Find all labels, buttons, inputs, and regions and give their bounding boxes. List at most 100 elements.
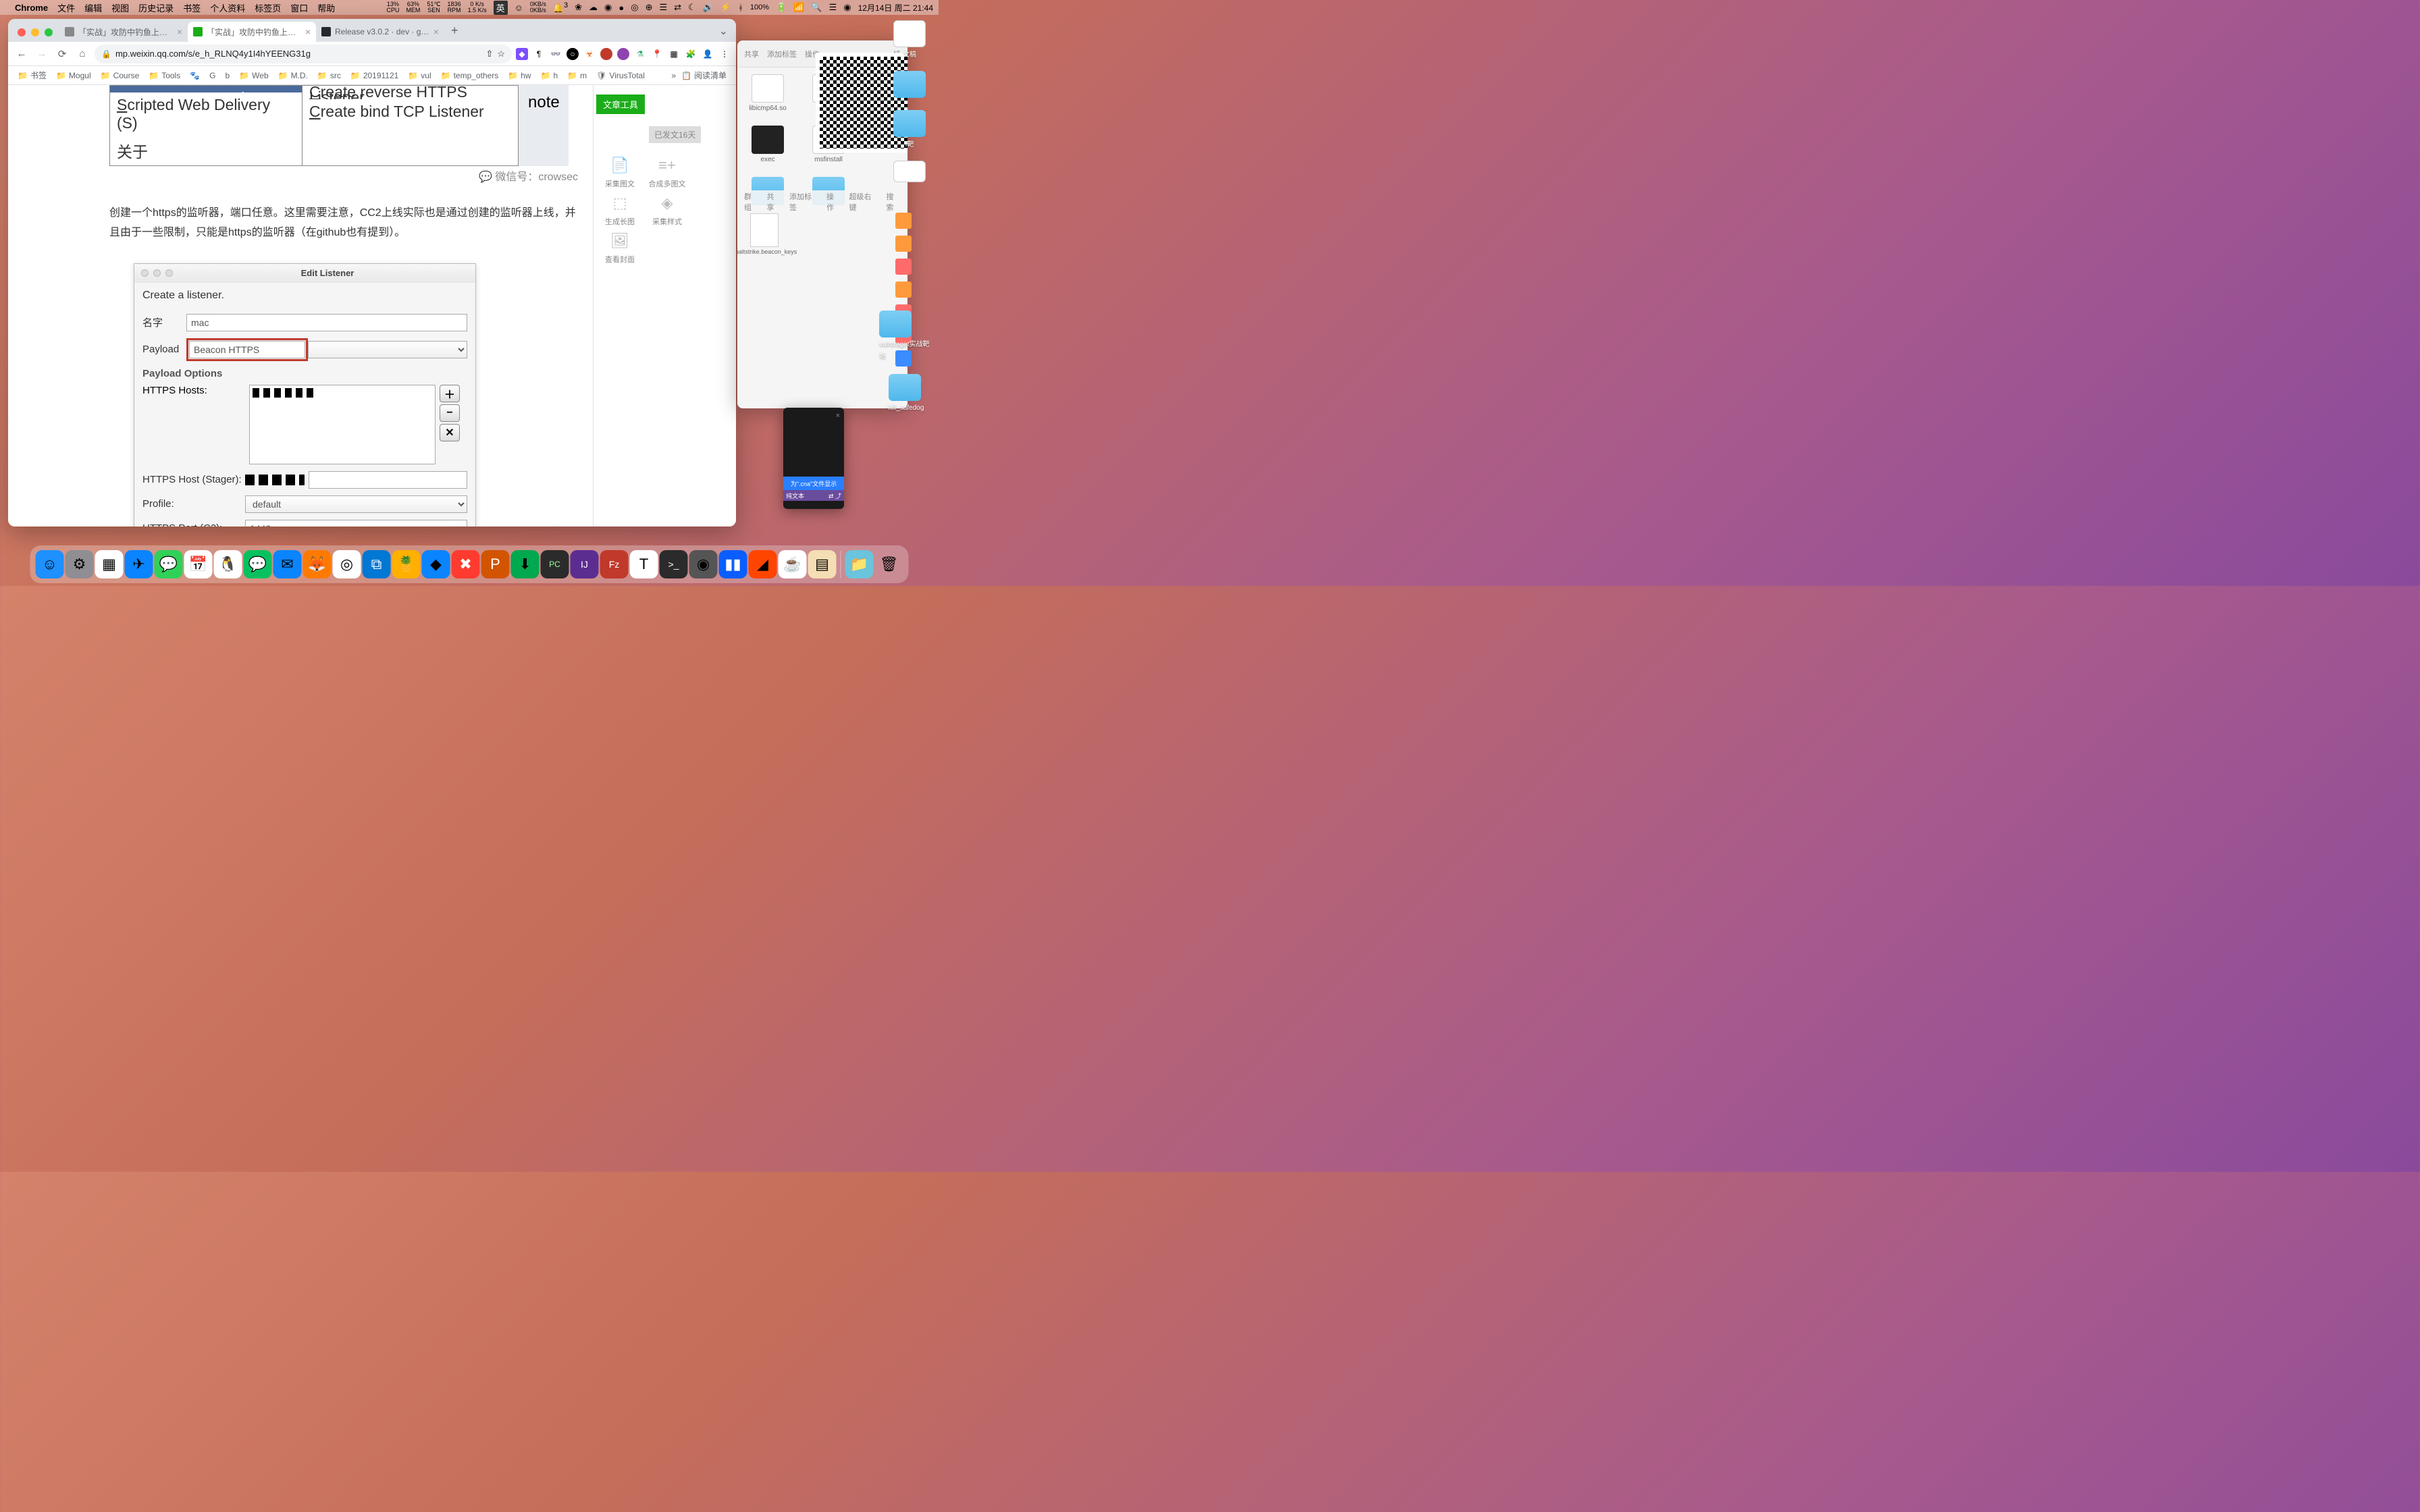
- ext-icon[interactable]: ▦: [668, 48, 680, 60]
- status-icon-10[interactable]: ⚡: [720, 2, 731, 13]
- desktop-item[interactable]: vuIntraget实战靶场: [879, 310, 933, 362]
- dock-app[interactable]: ▮▮: [719, 550, 747, 578]
- tab-2[interactable]: 「实战」攻防中钓鱼上线MAC终×: [188, 22, 316, 42]
- menu-edit[interactable]: 编辑: [84, 1, 102, 14]
- bookmark-item[interactable]: b: [221, 70, 234, 82]
- desktop-item[interactable]: [895, 259, 912, 275]
- status-icon-5[interactable]: ◎: [631, 2, 638, 13]
- tool-collect-style[interactable]: ◈采集样式: [646, 194, 688, 227]
- dock-app[interactable]: PC: [541, 550, 569, 578]
- desktop-item[interactable]: kill_safedog: [889, 374, 924, 413]
- desktop-item[interactable]: [895, 281, 912, 298]
- tb-tag[interactable]: 添加标签: [789, 191, 818, 213]
- volume-icon[interactable]: 🔊: [703, 2, 714, 13]
- ext-icon[interactable]: [600, 48, 612, 60]
- file-item[interactable]: obaltstrike.beacon_keys: [743, 213, 786, 255]
- file-item[interactable]: libicmp64.so: [744, 74, 791, 112]
- menu-tabs[interactable]: 标签页: [255, 1, 281, 14]
- tb-group[interactable]: 群组: [744, 191, 759, 213]
- status-icon-3[interactable]: ◉: [604, 2, 612, 13]
- menu-item[interactable]: 关于: [110, 136, 302, 165]
- terminal-window[interactable]: × 为".cna"文件显示 纯文本⇄ ⤴: [783, 408, 844, 509]
- dock-app[interactable]: 💬: [155, 550, 183, 578]
- dock-app[interactable]: ◉: [689, 550, 718, 578]
- dock-app[interactable]: P: [481, 550, 510, 578]
- maximize-icon[interactable]: [165, 269, 173, 277]
- tb-share[interactable]: 共享: [744, 49, 759, 59]
- minimize-icon[interactable]: [31, 28, 39, 36]
- bookmark-item[interactable]: 📁Course: [97, 70, 144, 82]
- ext-icon[interactable]: ○: [567, 48, 579, 60]
- payload-select[interactable]: [189, 341, 305, 358]
- tab-close-icon[interactable]: ×: [433, 26, 439, 37]
- hosts-list[interactable]: [249, 385, 436, 464]
- menu-file[interactable]: 文件: [57, 1, 75, 14]
- profile-select[interactable]: default: [245, 495, 467, 513]
- star-icon[interactable]: ☆: [497, 49, 505, 59]
- finder-icon[interactable]: ☺: [515, 3, 523, 13]
- menu-profiles[interactable]: 个人资料: [210, 1, 245, 14]
- close-icon[interactable]: ×: [836, 412, 840, 420]
- tb-tag[interactable]: 添加标签: [767, 49, 797, 59]
- bookmark-item[interactable]: 📁Mogul: [52, 70, 95, 82]
- dock-app[interactable]: 💬: [244, 550, 272, 578]
- status-icon-9[interactable]: ☾: [688, 2, 696, 13]
- clock[interactable]: 12月14日 周二 21:44: [858, 2, 933, 14]
- ext-icon[interactable]: ◆: [516, 48, 528, 60]
- desktop-item[interactable]: 文稿: [893, 20, 926, 59]
- tabs-dropdown-icon[interactable]: ⌄: [711, 24, 736, 42]
- dock-app[interactable]: ▤: [808, 550, 837, 578]
- bookmark-item[interactable]: 📁M.D.: [274, 70, 312, 82]
- remove-host-button[interactable]: −: [440, 404, 460, 422]
- dock-app[interactable]: Fz: [600, 550, 629, 578]
- bookmark-item[interactable]: 🐾: [186, 70, 204, 82]
- stager-input[interactable]: [309, 471, 467, 489]
- tool-collect-article[interactable]: 📄采集图文: [599, 157, 641, 189]
- new-tab-button[interactable]: +: [444, 24, 465, 42]
- window-controls[interactable]: [14, 28, 59, 42]
- dock-app[interactable]: >_: [660, 550, 688, 578]
- dock-app[interactable]: 🐧: [214, 550, 242, 578]
- dock-app[interactable]: ☺: [36, 550, 64, 578]
- menu-item[interactable]: Scripted Web Delivery (S): [110, 92, 302, 136]
- desktop-item[interactable]: [895, 213, 912, 229]
- lock-icon[interactable]: 🔒: [101, 49, 111, 59]
- dock-app[interactable]: 🦊: [303, 550, 332, 578]
- clear-hosts-button[interactable]: ✕: [440, 424, 460, 441]
- status-icon-7[interactable]: ☰: [659, 2, 667, 13]
- bookmark-item[interactable]: 📁temp_others: [437, 70, 503, 82]
- chrome-menu-icon[interactable]: ⋮: [718, 48, 731, 60]
- ext-icon[interactable]: ¶: [533, 48, 545, 60]
- tool-longimg[interactable]: ⬚生成长图: [599, 194, 641, 227]
- ext-icon[interactable]: 👤: [702, 48, 714, 60]
- file-item[interactable]: exec: [744, 126, 791, 163]
- search-icon[interactable]: 🔍: [811, 2, 822, 13]
- bookmark-item[interactable]: 📁m: [563, 70, 591, 82]
- dock-app[interactable]: ☕: [779, 550, 807, 578]
- minimize-icon[interactable]: [153, 269, 161, 277]
- siri-icon[interactable]: ◉: [843, 2, 851, 13]
- ext-icon[interactable]: [617, 48, 629, 60]
- tb-share[interactable]: 共享: [767, 191, 782, 213]
- ext-icon[interactable]: 👓: [550, 48, 562, 60]
- desktop-item[interactable]: I靶: [893, 110, 926, 148]
- close-icon[interactable]: [18, 28, 26, 36]
- tool-combine[interactable]: ≡+合成多图文: [646, 157, 688, 189]
- menu-history[interactable]: 历史记录: [138, 1, 174, 14]
- dock-trash[interactable]: 🗑: [875, 550, 903, 578]
- status-icon-2[interactable]: ☁: [589, 2, 598, 13]
- dock-app[interactable]: ⬇: [511, 550, 540, 578]
- menu-view[interactable]: 视图: [111, 1, 129, 14]
- add-host-button[interactable]: ＋: [440, 385, 460, 402]
- dock-app[interactable]: ✖: [452, 550, 480, 578]
- dock-app[interactable]: ◆: [422, 550, 450, 578]
- desktop-item[interactable]: [895, 236, 912, 252]
- close-icon[interactable]: [141, 269, 149, 277]
- dock-app[interactable]: ✈: [125, 550, 153, 578]
- wifi-icon[interactable]: 📶: [793, 2, 804, 13]
- bookmark-item[interactable]: 🛡 VirusTotal: [592, 70, 649, 82]
- share-icon[interactable]: ⇧: [485, 49, 493, 59]
- menu-bookmarks[interactable]: 书签: [183, 1, 201, 14]
- tab-1[interactable]: 「实战」攻防中钓鱼上线MAC终×: [59, 22, 188, 42]
- dock-app[interactable]: IJ: [571, 550, 599, 578]
